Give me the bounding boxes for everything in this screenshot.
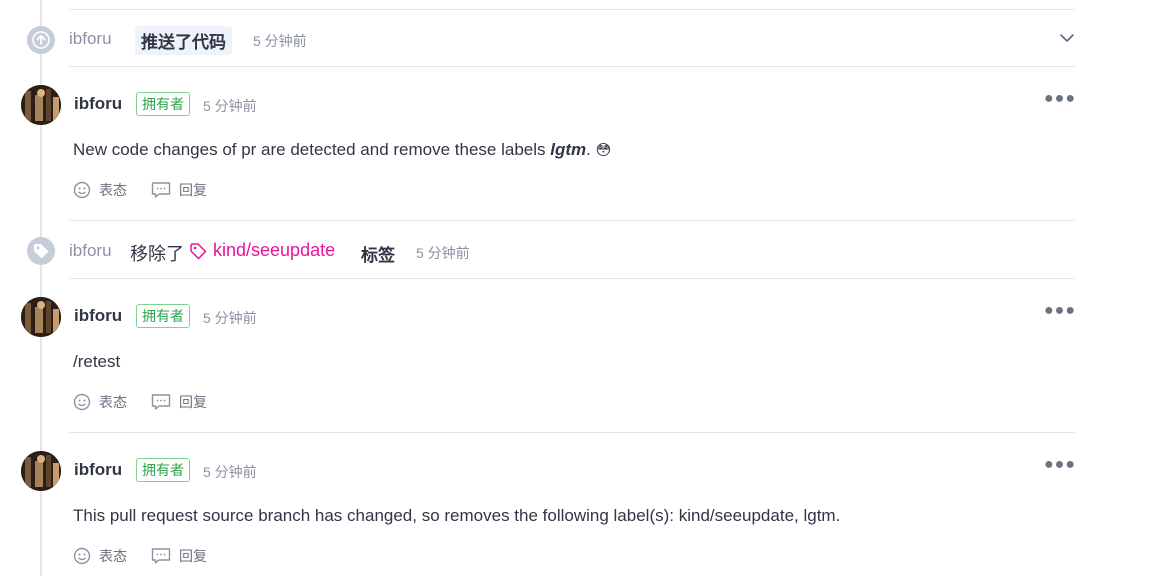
chevron-down-icon[interactable]: [1058, 29, 1076, 52]
reply-label: 回复: [179, 182, 207, 198]
event-time: 5 分钟前: [253, 33, 307, 49]
comment-icon: [151, 182, 171, 198]
more-options-icon[interactable]: ●●●: [1044, 302, 1076, 320]
comment-item: ibforu 拥有者 5 分钟前 ●●● /retest 表态 回复: [0, 296, 1100, 426]
comment-body: New code changes of pr are detected and …: [73, 140, 611, 160]
owner-badge: 拥有者: [136, 304, 190, 328]
divider: [69, 220, 1075, 221]
react-label: 表态: [99, 548, 127, 564]
reply-label: 回复: [179, 394, 207, 410]
push-event: ibforu 推送了代码 5 分钟前: [0, 20, 1100, 60]
more-options-icon[interactable]: ●●●: [1044, 456, 1076, 474]
divider: [69, 432, 1075, 433]
comment-author[interactable]: ibforu: [74, 460, 122, 480]
comment-item: ibforu 拥有者 5 分钟前 ●●● New code changes of…: [0, 84, 1100, 214]
label-chip[interactable]: kind/seeupdate: [189, 240, 335, 261]
react-button[interactable]: 表态: [73, 392, 127, 412]
avatar[interactable]: [21, 297, 61, 337]
divider: [69, 9, 1075, 10]
owner-badge: 拥有者: [136, 458, 190, 482]
comment-time: 5 分钟前: [203, 310, 257, 326]
comment-time: 5 分钟前: [203, 98, 257, 114]
react-button[interactable]: 表态: [73, 546, 127, 566]
event-time: 5 分钟前: [416, 245, 470, 261]
event-user[interactable]: ibforu: [69, 29, 112, 49]
label-tag-icon: [190, 242, 207, 259]
event-user[interactable]: ibforu: [69, 241, 112, 261]
comment-time: 5 分钟前: [203, 464, 257, 480]
comment-emphasis: lgtm: [550, 140, 587, 159]
comment-item: ibforu 拥有者 5 分钟前 ●●● This pull request s…: [0, 450, 1100, 576]
divider: [69, 278, 1075, 279]
reply-label: 回复: [179, 548, 207, 564]
react-button[interactable]: 表态: [73, 180, 127, 200]
comment-text-end: .: [586, 140, 596, 159]
comment-body: /retest: [73, 352, 121, 371]
arrow-up-icon: [27, 26, 55, 54]
comment-author[interactable]: ibforu: [74, 306, 122, 326]
comment-author[interactable]: ibforu: [74, 94, 122, 114]
smile-icon: [73, 547, 91, 565]
comment-body: This pull request source branch has chan…: [73, 506, 841, 525]
label-suffix: 标签: [361, 246, 395, 265]
tag-icon: [27, 237, 55, 265]
label-removed-event: ibforu 移除了 kind/seeupdate 标签 5 分钟前: [0, 231, 1100, 271]
event-action: 移除了: [130, 244, 184, 264]
flushed-face-emoji: 😳: [595, 142, 612, 159]
smile-icon: [73, 393, 91, 411]
comment-icon: [151, 394, 171, 410]
owner-badge: 拥有者: [136, 92, 190, 116]
more-options-icon[interactable]: ●●●: [1044, 90, 1076, 108]
reply-button[interactable]: 回复: [151, 180, 207, 200]
comment-text: New code changes of pr are detected and …: [73, 140, 551, 159]
reply-button[interactable]: 回复: [151, 546, 207, 566]
react-label: 表态: [99, 182, 127, 198]
push-action: 推送了代码: [135, 26, 232, 55]
label-name: kind/seeupdate: [213, 240, 336, 260]
react-label: 表态: [99, 394, 127, 410]
avatar[interactable]: [21, 85, 61, 125]
smile-icon: [73, 181, 91, 199]
reply-button[interactable]: 回复: [151, 392, 207, 412]
avatar[interactable]: [21, 451, 61, 491]
divider: [69, 66, 1075, 67]
comment-icon: [151, 548, 171, 564]
